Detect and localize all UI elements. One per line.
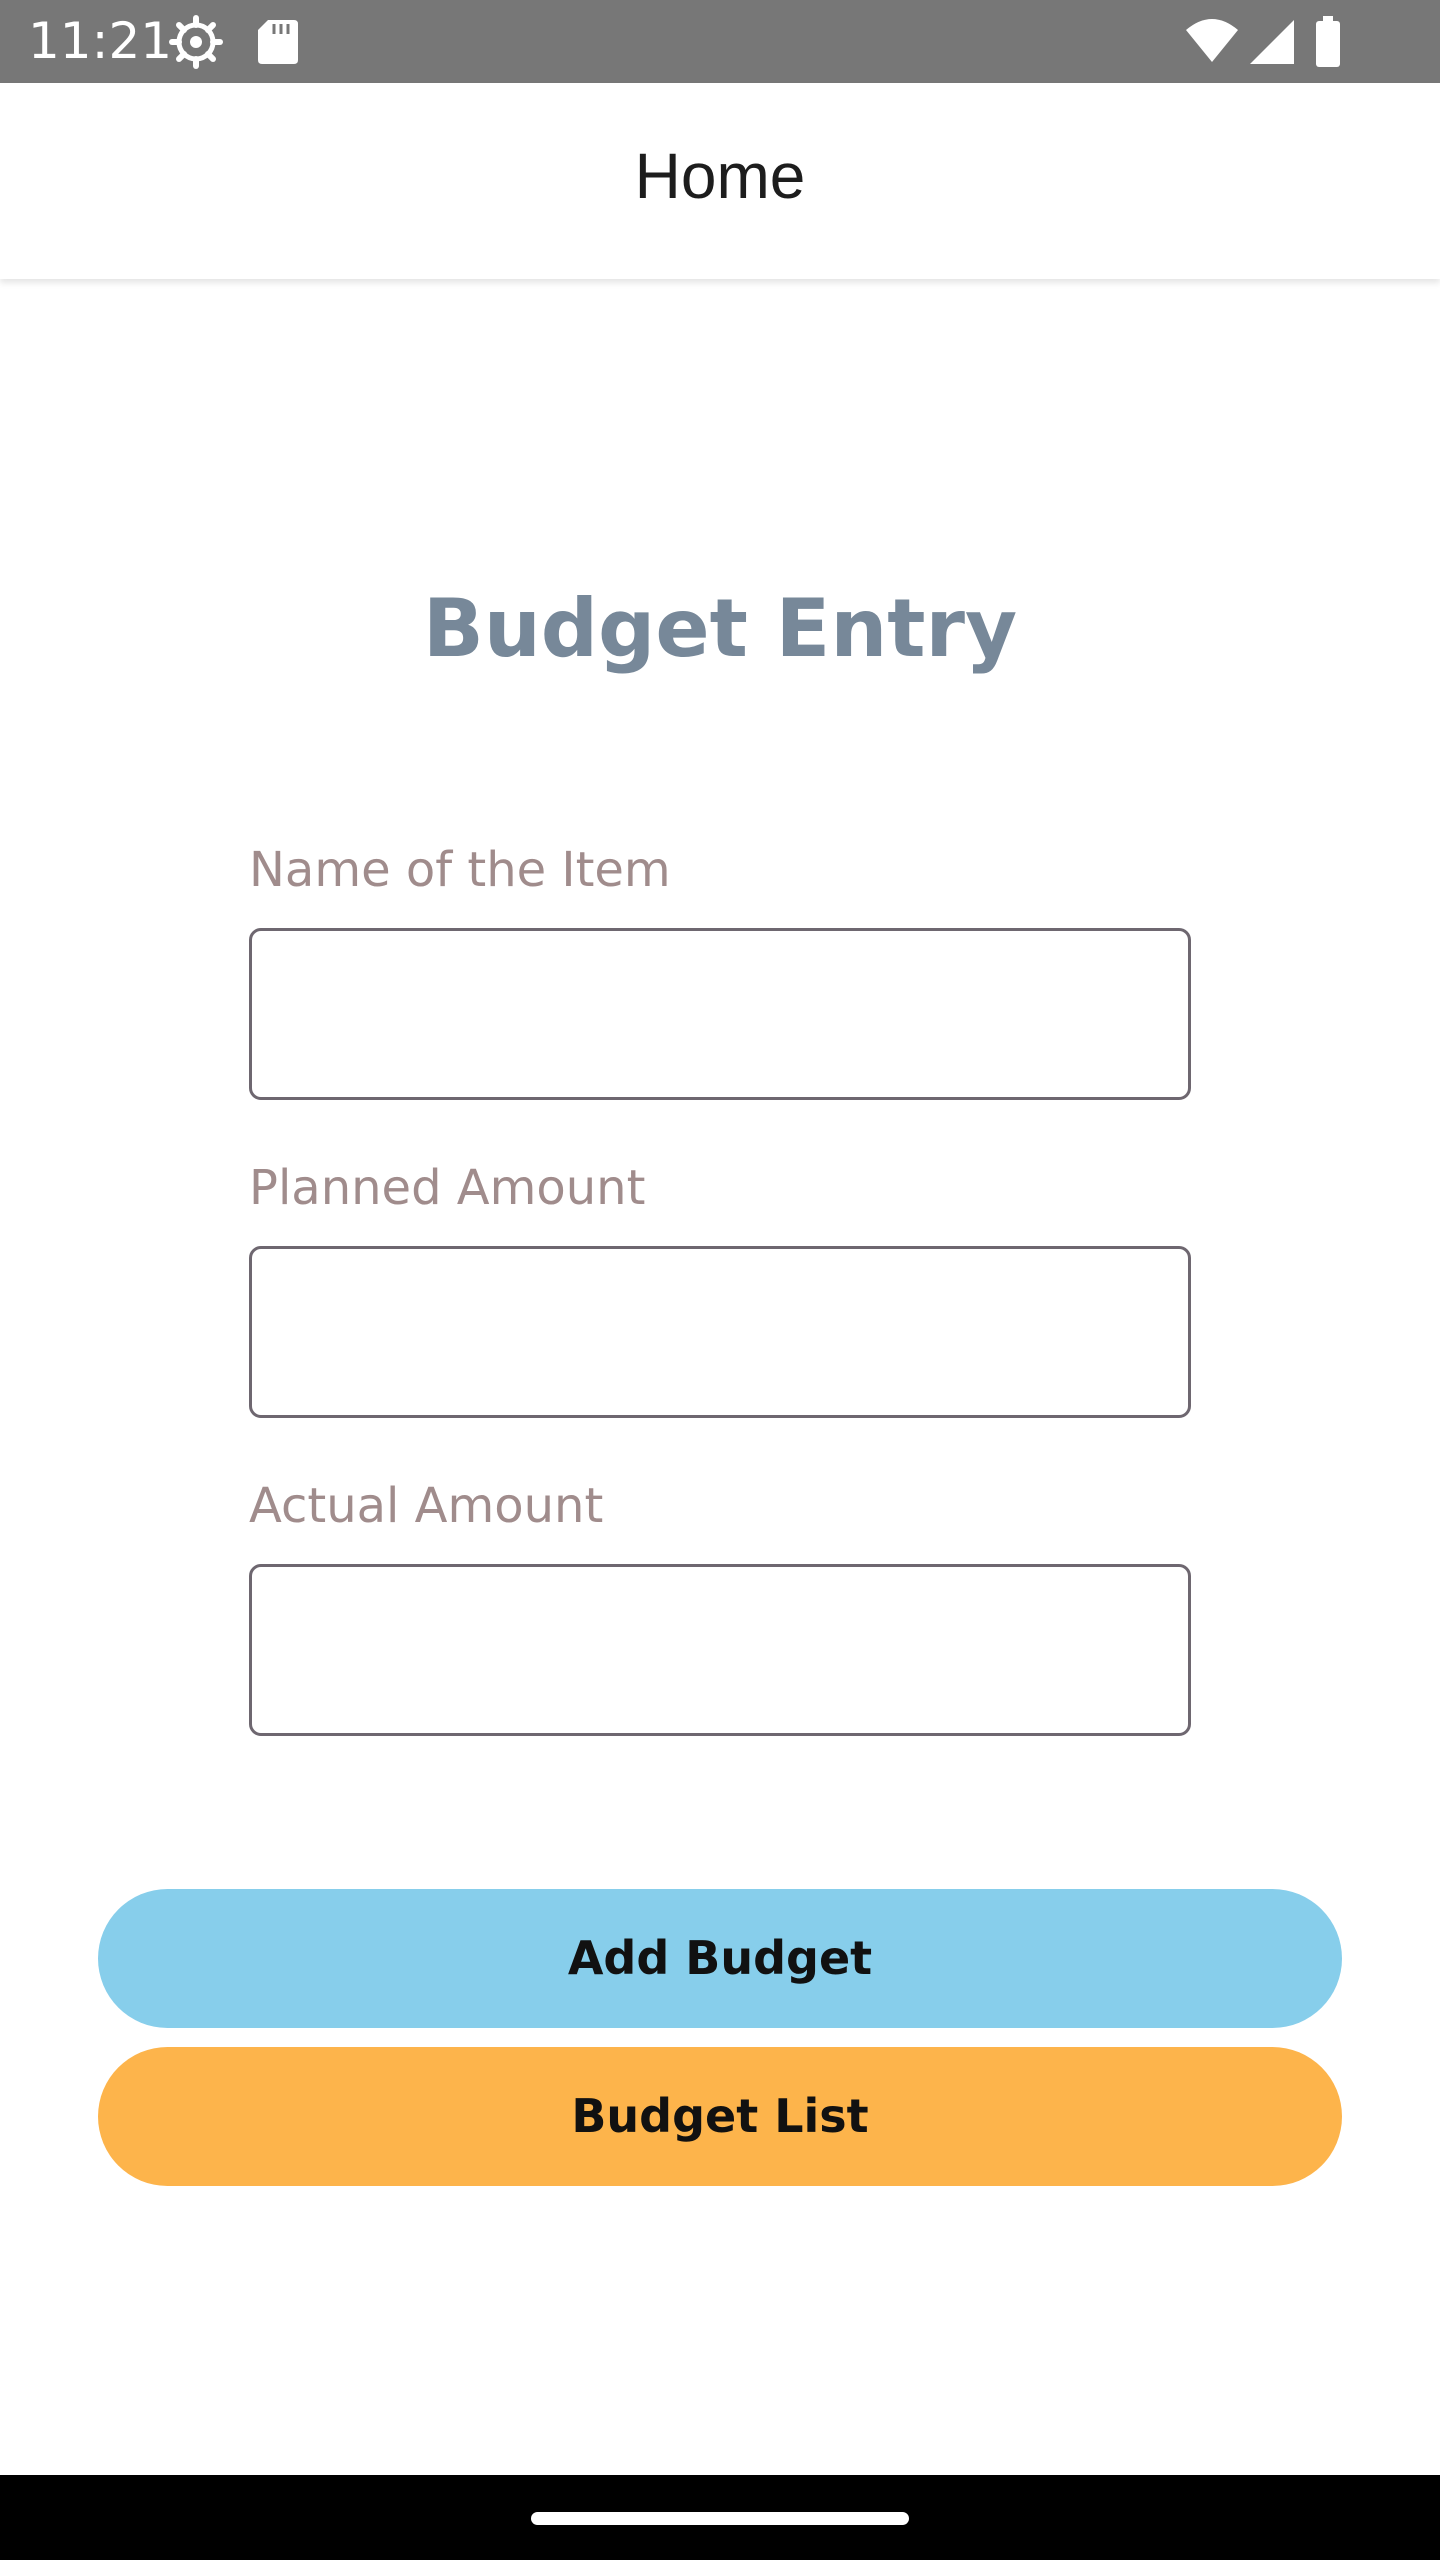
status-bar: 11:21	[0, 0, 1440, 83]
actual-amount-input[interactable]	[249, 1564, 1191, 1736]
item-name-input[interactable]	[249, 928, 1191, 1100]
settings-gear-icon	[169, 15, 223, 69]
actual-amount-label: Actual Amount	[249, 1478, 604, 1534]
budget-list-button[interactable]: Budget List	[98, 2047, 1342, 2186]
status-time: 11:21	[28, 12, 173, 70]
sd-card-icon	[258, 20, 298, 64]
planned-amount-input[interactable]	[249, 1246, 1191, 1418]
page-title: Home	[634, 140, 806, 212]
signal-icon	[1250, 20, 1294, 64]
item-name-label: Name of the Item	[249, 842, 671, 898]
home-gesture-handle[interactable]	[531, 2512, 909, 2525]
app-bar: Home	[0, 83, 1440, 279]
battery-icon	[1316, 16, 1340, 67]
wifi-icon	[1186, 19, 1238, 62]
add-budget-button[interactable]: Add Budget	[98, 1889, 1342, 2028]
form-title: Budget Entry	[422, 582, 1018, 675]
planned-amount-label: Planned Amount	[249, 1160, 646, 1216]
